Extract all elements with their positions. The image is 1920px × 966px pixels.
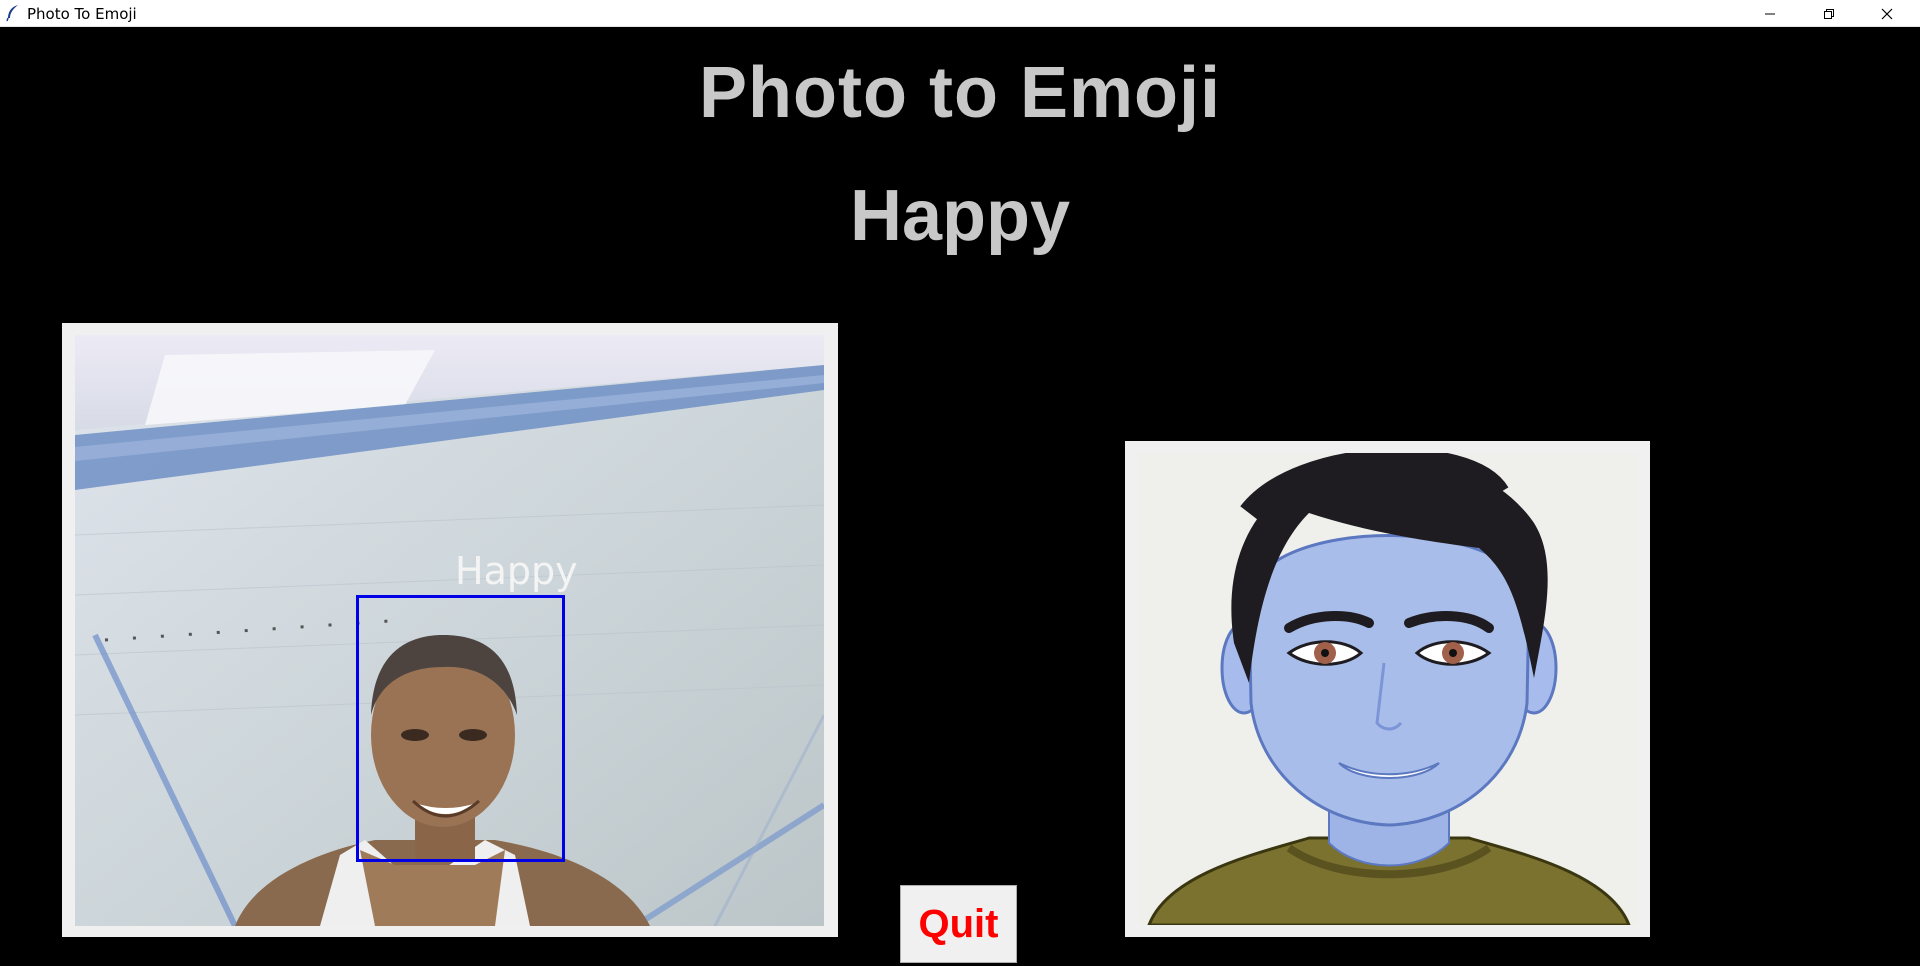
emoji-panel: [1125, 441, 1650, 937]
avatar-image: [1139, 453, 1637, 925]
close-icon: [1881, 8, 1893, 19]
webcam-feed: Happy: [75, 335, 824, 926]
window-title: Photo To Emoji: [27, 5, 137, 23]
quit-button[interactable]: Quit: [900, 885, 1017, 963]
window-titlebar: Photo To Emoji: [0, 0, 1920, 27]
webcam-emotion-label: Happy: [455, 549, 578, 593]
restore-icon: [1824, 8, 1834, 19]
minimize-button[interactable]: [1741, 0, 1799, 27]
restore-button[interactable]: [1800, 0, 1858, 27]
emotion-label: Happy: [849, 176, 1071, 256]
face-detection-box: [356, 595, 565, 862]
webcam-panel: Happy: [62, 323, 838, 937]
page-title: Photo to Emoji: [699, 53, 1221, 133]
minimize-icon: [1765, 13, 1775, 14]
feather-icon: [6, 5, 18, 22]
close-button[interactable]: [1858, 0, 1916, 27]
